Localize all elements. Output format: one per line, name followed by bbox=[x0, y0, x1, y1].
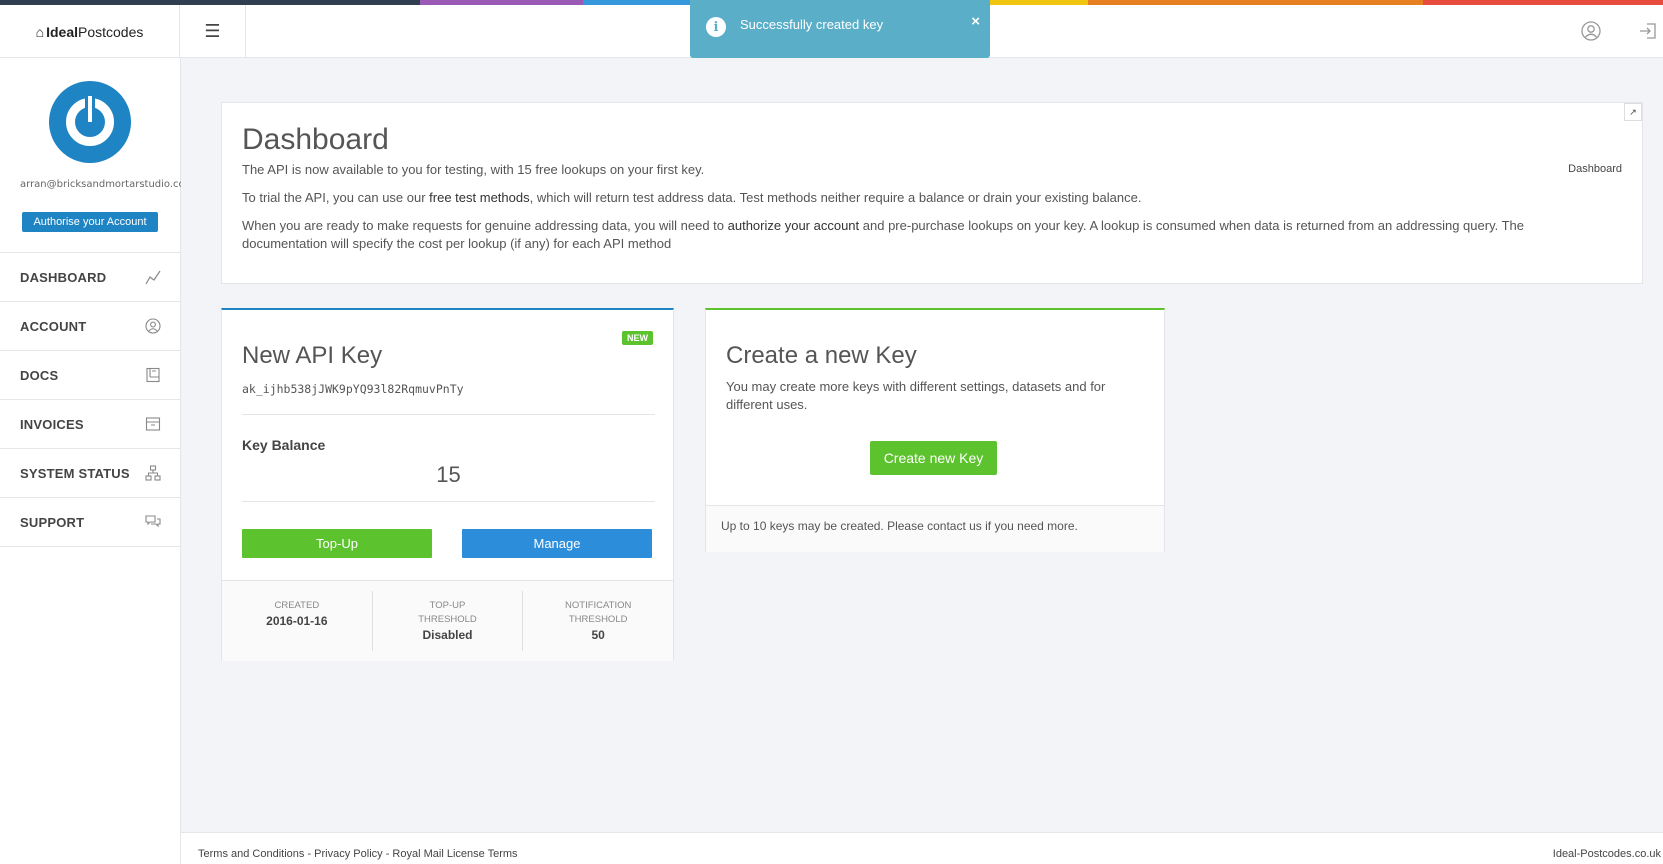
new-badge: NEW bbox=[622, 331, 653, 345]
footer-separator: - bbox=[304, 848, 315, 860]
page-footer: Terms and Conditions - Privacy Policy - … bbox=[181, 832, 1663, 864]
sitemap-icon bbox=[145, 465, 161, 481]
stat-created: CREATED 2016-01-16 bbox=[222, 591, 373, 651]
authorize-text: When you are ready to make requests for … bbox=[242, 217, 1602, 253]
key-balance-value: 15 bbox=[436, 462, 461, 487]
sidebar-item-invoices[interactable]: INVOICES bbox=[0, 400, 181, 449]
api-key-value: ak_ijhb538jJWK9pYQ93l82RqmuvPnTy bbox=[242, 382, 464, 396]
create-key-footer: Up to 10 keys may be created. Please con… bbox=[706, 505, 1164, 552]
footer-separator: - bbox=[382, 848, 393, 860]
sidebar-item-label: SUPPORT bbox=[20, 514, 85, 530]
chart-line-icon bbox=[145, 269, 161, 285]
hamburger-icon[interactable]: ☰ bbox=[180, 5, 246, 58]
sidebar-nav: DASHBOARD ACCOUNT DOCS INVOICES SYSTEM S… bbox=[0, 252, 181, 547]
close-icon[interactable]: × bbox=[971, 13, 980, 30]
power-icon-bar bbox=[85, 93, 95, 125]
sidebar-item-label: DASHBOARD bbox=[20, 269, 107, 285]
stat-label: THRESHOLD bbox=[418, 614, 477, 625]
logout-icon[interactable] bbox=[1636, 19, 1660, 43]
intro-text: The API is now available to you for test… bbox=[242, 162, 705, 177]
api-key-card: New API Key NEW ak_ijhb538jJWK9pYQ93l82R… bbox=[221, 308, 674, 661]
brand-rest: Postcodes bbox=[78, 23, 144, 40]
stat-label: CREATED bbox=[274, 600, 320, 611]
sidebar-item-label: SYSTEM STATUS bbox=[20, 465, 130, 481]
stat-label: NOTIFICATION bbox=[565, 600, 632, 611]
sidebar-item-dashboard[interactable]: DASHBOARD bbox=[0, 253, 181, 302]
sidebar-item-label: DOCS bbox=[20, 367, 59, 383]
stat-value: 2016-01-16 bbox=[266, 614, 328, 628]
sidebar-item-account[interactable]: ACCOUNT bbox=[0, 302, 181, 351]
key-balance-label: Key Balance bbox=[242, 437, 326, 453]
authorise-account-button[interactable]: Authorise your Account bbox=[22, 212, 158, 232]
sidebar-item-system-status[interactable]: SYSTEM STATUS bbox=[0, 449, 181, 498]
sidebar-item-support[interactable]: SUPPORT bbox=[0, 498, 181, 547]
authorize-text-before: When you are ready to make requests for … bbox=[242, 218, 728, 233]
stat-notification-threshold: NOTIFICATION THRESHOLD 50 bbox=[523, 591, 673, 651]
key-stats: CREATED 2016-01-16 TOP-UP THRESHOLD Disa… bbox=[222, 580, 673, 661]
authorize-account-link[interactable]: authorize your account bbox=[728, 218, 860, 233]
footer-links: Terms and Conditions - Privacy Policy - … bbox=[198, 848, 518, 860]
user-icon[interactable] bbox=[1579, 19, 1603, 43]
dashboard-panel: ↗ Dashboard Dashboard The API is now ava… bbox=[221, 102, 1643, 284]
brand-bold: Ideal bbox=[46, 23, 78, 40]
free-test-methods-link[interactable]: free test methods bbox=[429, 190, 529, 205]
divider bbox=[242, 414, 655, 415]
archive-icon bbox=[145, 416, 161, 432]
sidebar-item-docs[interactable]: DOCS bbox=[0, 351, 181, 400]
expand-icon[interactable]: ↗ bbox=[1624, 103, 1642, 121]
trial-text-before: To trial the API, you can use our bbox=[242, 190, 430, 205]
stat-label: TOP-UP bbox=[429, 600, 466, 611]
stat-value: Disabled bbox=[422, 628, 473, 642]
info-icon: i bbox=[706, 17, 726, 37]
avatar bbox=[49, 81, 131, 163]
trial-text-after: , which will return test address data. T… bbox=[529, 190, 1142, 205]
divider bbox=[242, 501, 655, 502]
site-link[interactable]: Ideal-Postcodes.co.uk bbox=[1553, 848, 1661, 860]
create-new-key-button[interactable]: Create new Key bbox=[870, 441, 997, 475]
sidebar-item-label: ACCOUNT bbox=[20, 318, 87, 334]
page-title: Dashboard bbox=[242, 123, 389, 156]
manage-button[interactable]: Manage bbox=[462, 529, 652, 558]
stat-value: 50 bbox=[591, 628, 605, 642]
stat-label: THRESHOLD bbox=[568, 614, 628, 625]
privacy-link[interactable]: Privacy Policy bbox=[314, 848, 382, 860]
top-up-button[interactable]: Top-Up bbox=[242, 529, 432, 558]
user-circle-icon bbox=[145, 318, 161, 334]
api-key-title: New API Key bbox=[242, 342, 383, 369]
success-toast: i Successfully created key × bbox=[690, 0, 990, 58]
create-key-title: Create a new Key bbox=[726, 342, 917, 369]
chat-icon bbox=[145, 514, 161, 530]
toast-message: Successfully created key bbox=[740, 17, 884, 32]
house-icon: ⌂ bbox=[35, 23, 45, 40]
book-icon bbox=[145, 367, 161, 383]
sidebar-item-label: INVOICES bbox=[20, 416, 84, 432]
royal-mail-link[interactable]: Royal Mail License Terms bbox=[392, 848, 517, 860]
terms-link[interactable]: Terms and Conditions bbox=[198, 848, 304, 860]
stat-topup-threshold: TOP-UP THRESHOLD Disabled bbox=[373, 591, 524, 651]
user-email: arran@bricksandmortarstudio.co bbox=[20, 179, 181, 190]
sidebar: arran@bricksandmortarstudio.co Authorise… bbox=[0, 58, 181, 864]
create-key-card: Create a new Key You may create more key… bbox=[705, 308, 1165, 552]
create-key-description: You may create more keys with different … bbox=[726, 379, 1106, 412]
brand-logo[interactable]: ⌂ Ideal Postcodes bbox=[0, 5, 180, 58]
trial-text: To trial the API, you can use our free t… bbox=[242, 189, 1602, 207]
